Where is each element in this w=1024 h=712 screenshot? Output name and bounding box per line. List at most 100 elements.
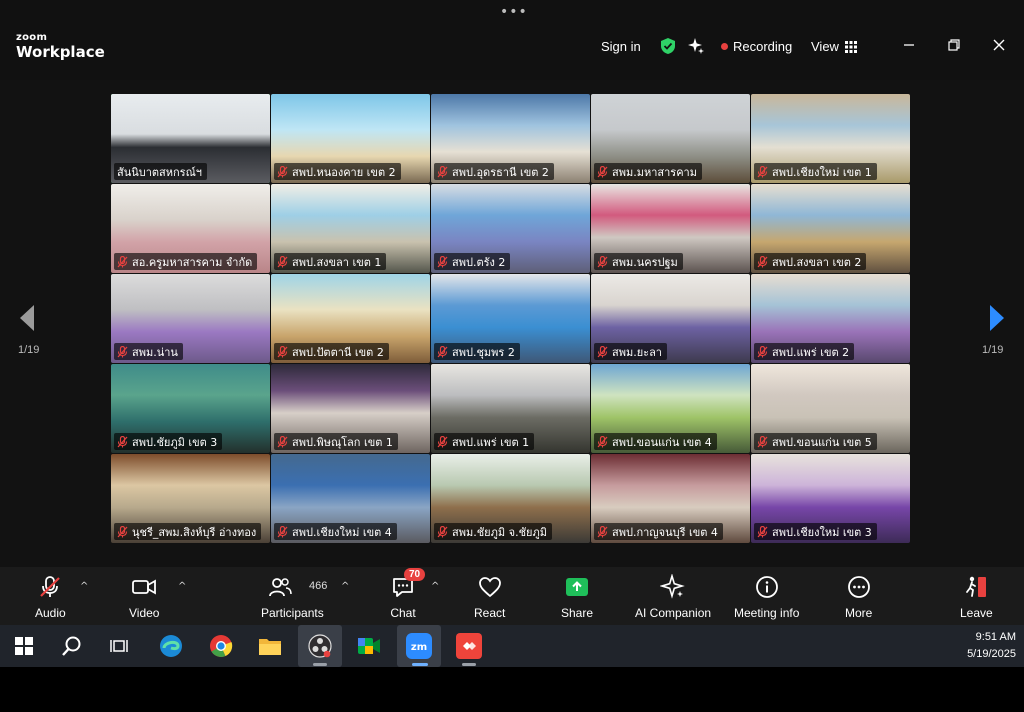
chat-unread-badge: 70 [404,568,426,581]
grid-view-icon [844,40,857,53]
participant-tile[interactable]: สพป.เชียงใหม่ เขต 4 [271,454,430,543]
participants-icon [269,578,293,597]
logo-small-text: zoom [16,32,48,43]
participant-name-tag: สพป.กาญจนบุรี เขต 4 [594,523,723,540]
participant-tile[interactable]: สพป.เชียงใหม่ เขต 1 [751,94,910,183]
google-meet-icon[interactable] [356,633,382,659]
previous-page-arrow-icon[interactable] [18,303,38,333]
recording-indicator[interactable]: Recording [721,39,792,54]
muted-mic-icon [117,255,128,267]
running-indicator [313,663,327,666]
edge-icon[interactable] [158,633,184,659]
heart-icon [478,577,501,598]
participant-tile[interactable]: สพป.สงขลา เขต 2 [751,184,910,273]
encryption-shield-icon[interactable] [660,37,676,55]
participant-tile[interactable]: สพม.น่าน [111,274,270,363]
participant-name: สพป.ขอนแก่น เขต 5 [772,435,872,449]
participant-tile[interactable]: สพม.ยะลา [591,274,750,363]
participant-name-tag: สพป.เชียงใหม่ เขต 1 [754,163,877,180]
participant-name: สพป.ขอนแก่น เขต 4 [612,435,712,449]
minimize-icon[interactable] [901,37,917,53]
participant-name-tag: สพป.ชัยภูมิ เขต 3 [114,433,223,450]
muted-mic-icon [117,345,128,357]
chrome-icon[interactable] [208,633,234,659]
more-button[interactable]: More [845,574,872,620]
participant-name-tag: นุชรี_สพม.สิงห์บุรี อ่างทอง [114,523,262,540]
participant-tile[interactable]: สพม.ชัยภูมิ จ.ชัยภูมิ [431,454,590,543]
share-label: Share [561,606,594,620]
meeting-info-button[interactable]: Meeting info [734,574,799,620]
leave-button[interactable]: Leave [960,574,993,620]
participant-name: สพป.ตรัง 2 [452,255,506,269]
next-page-arrow-icon[interactable] [986,303,1006,333]
obs-icon[interactable] [307,633,333,659]
ai-sparkle-icon[interactable] [687,37,705,55]
audio-options-caret-icon[interactable]: ^ [80,581,88,592]
participant-name: สพป.กาญจนบุรี เขต 4 [612,525,718,539]
participant-tile[interactable]: สพป.กาญจนบุรี เขต 4 [591,454,750,543]
video-label: Video [129,606,160,620]
system-clock[interactable]: 9:51 AM 5/19/2025 [967,629,1016,663]
share-button[interactable]: Share [561,574,593,620]
participant-tile[interactable]: นุชรี_สพม.สิงห์บุรี อ่างทอง [111,454,270,543]
windows-start-icon[interactable] [11,633,37,659]
participant-name-tag: สพป.อุดรธานี เขต 2 [434,163,554,180]
logo-main-text: Workplace [16,43,105,61]
muted-mic-icon [597,435,608,447]
participant-tile[interactable]: สพป.แพร่ เขต 1 [431,364,590,453]
participant-tile[interactable]: สพม.มหาสารคาม [591,94,750,183]
participant-tile[interactable]: สพป.ชัยภูมิ เขต 3 [111,364,270,453]
restore-icon[interactable] [946,37,962,53]
participant-tile[interactable]: สพป.ตรัง 2 [431,184,590,273]
muted-mic-icon [437,435,448,447]
muted-mic-icon [437,165,448,177]
participant-tile[interactable]: สพป.ชุมพร 2 [431,274,590,363]
participant-name: สพป.ชัยภูมิ เขต 3 [132,435,218,449]
running-indicator-anydesk [462,663,476,666]
audio-button[interactable]: Audio [35,574,66,620]
participant-tile[interactable]: สพป.หนองคาย เขต 2 [271,94,430,183]
participant-tile[interactable]: สพป.พิษณุโลก เขต 1 [271,364,430,453]
react-button[interactable]: React [474,574,505,620]
ai-companion-sparkle-icon [660,574,685,599]
more-options-icon [847,576,870,598]
participant-name-tag: สอ.ครูมหาสารคาม จำกัด [114,253,258,270]
drag-handle[interactable]: ••• [500,4,528,20]
chat-options-caret-icon[interactable]: ^ [431,581,439,592]
muted-mic-icon [597,255,608,267]
view-button[interactable]: View [811,39,857,54]
ai-companion-button[interactable]: AI Companion [635,574,711,620]
participant-name-tag: สพป.สงขลา เขต 1 [274,253,387,270]
anydesk-icon[interactable] [456,633,482,659]
chat-button[interactable]: 70 Chat [390,568,426,620]
video-options-caret-icon[interactable]: ^ [178,581,186,592]
task-view-icon[interactable] [107,633,133,659]
participant-name: สพป.อุดรธานี เขต 2 [452,165,549,179]
participant-name-tag: สพม.นครปฐม [594,253,683,270]
muted-mic-icon [757,525,768,537]
zoom-icon[interactable]: zm [406,633,432,659]
participant-name: สพม.ชัยภูมิ จ.ชัยภูมิ [452,525,547,539]
participant-tile[interactable]: สพป.ขอนแก่น เขต 5 [751,364,910,453]
close-icon[interactable] [991,37,1007,53]
participant-tile[interactable]: สพป.แพร่ เขต 2 [751,274,910,363]
participant-tile[interactable]: สพม.นครปฐม [591,184,750,273]
participants-options-caret-icon[interactable]: ^ [341,581,349,592]
participant-tile[interactable]: สพป.ขอนแก่น เขต 4 [591,364,750,453]
video-button[interactable]: Video [129,574,159,620]
pager-left: 1/19 [18,344,40,356]
title-bar: ••• zoom Workplace Sign in Recording Vie… [0,0,1024,80]
file-explorer-icon[interactable] [257,633,283,659]
sign-in-link[interactable]: Sign in [601,39,641,54]
participant-tile[interactable]: สอ.ครูมหาสารคาม จำกัด [111,184,270,273]
screen-bottom-bezel [0,667,1024,712]
participant-tile[interactable]: สพป.ปัตตานี เขต 2 [271,274,430,363]
microphone-muted-icon [40,576,61,597]
participant-tile[interactable]: สพป.อุดรธานี เขต 2 [431,94,590,183]
participant-tile[interactable]: สพป.สงขลา เขต 1 [271,184,430,273]
search-icon[interactable] [59,633,85,659]
participant-tile[interactable]: สพป.เชียงใหม่ เขต 3 [751,454,910,543]
participant-name: สพป.พิษณุโลก เขต 1 [292,435,393,449]
participant-tile[interactable]: สันนิบาตสหกรณ์ฯ [111,94,270,183]
muted-mic-icon [597,525,608,537]
